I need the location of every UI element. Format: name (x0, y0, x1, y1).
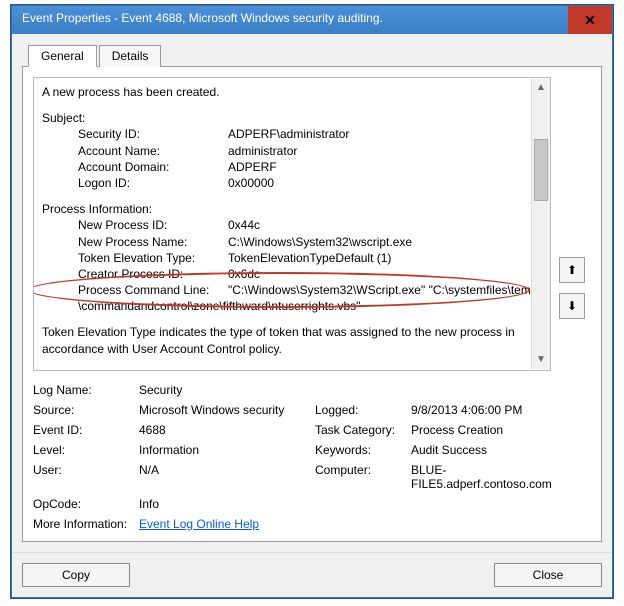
logged-value: 9/8/2013 4:06:00 PM (411, 403, 552, 417)
client-area: General Details A new process has been c… (12, 34, 612, 552)
task-category-label: Task Category: (315, 423, 405, 437)
new-process-id-value: 0x44c (228, 217, 542, 233)
tab-general[interactable]: General (28, 45, 97, 67)
account-domain-value: ADPERF (228, 159, 542, 175)
process-info-heading: Process Information: (42, 201, 542, 217)
source-value: Microsoft Windows security (139, 403, 309, 417)
token-elevation-value: TokenElevationTypeDefault (1) (228, 250, 542, 266)
desc-intro: A new process has been created. (42, 84, 542, 100)
account-name-value: administrator (228, 143, 542, 159)
security-id-label: Security ID: (78, 126, 228, 142)
more-info-label: More Information: (33, 517, 133, 531)
new-process-name-label: New Process Name: (78, 234, 228, 250)
event-metadata-grid: Log Name: Security Source: Microsoft Win… (33, 383, 551, 531)
token-elevation-label: Token Elevation Type: (78, 250, 228, 266)
window-title: Event Properties - Event 4688, Microsoft… (12, 6, 568, 34)
keywords-value: Audit Success (411, 443, 552, 457)
opcode-label: OpCode: (33, 497, 133, 511)
level-label: Level: (33, 443, 133, 457)
subject-security-id-row: Security ID: ADPERF\administrator (42, 126, 542, 142)
account-name-label: Account Name: (78, 143, 228, 159)
next-event-button[interactable]: ⬇ (559, 293, 585, 319)
tab-strip: General Details (28, 44, 602, 66)
footer-spacer (130, 563, 494, 587)
scroll-up-arrow-icon[interactable]: ▲ (532, 79, 550, 97)
user-value: N/A (139, 463, 309, 491)
logon-id-label: Logon ID: (78, 175, 228, 191)
scrollbar-thumb[interactable] (534, 139, 548, 201)
logon-id-value: 0x00000 (228, 175, 542, 191)
tab-panel-general: A new process has been created. Subject:… (22, 66, 602, 542)
up-arrow-icon: ⬆ (567, 263, 577, 277)
security-id-value: ADPERF\administrator (228, 126, 542, 142)
subject-logon-id-row: Logon ID: 0x00000 (42, 175, 542, 191)
down-arrow-icon: ⬇ (567, 299, 577, 313)
log-name-value: Security (139, 383, 182, 397)
description-wrap: A new process has been created. Subject:… (33, 77, 551, 371)
subject-heading: Subject: (42, 110, 542, 126)
event-log-online-help-link[interactable]: Event Log Online Help (139, 517, 259, 531)
subject-account-domain-row: Account Domain: ADPERF (42, 159, 542, 175)
creator-process-id-row: Creator Process ID: 0x6dc (42, 266, 542, 282)
titlebar: Event Properties - Event 4688, Microsoft… (12, 6, 612, 34)
description-scrollbar[interactable]: ▲ ▼ (531, 79, 550, 369)
meta-log-name-row: Log Name: Security (33, 383, 552, 397)
opcode-value: Info (139, 497, 552, 511)
new-process-name-row: New Process Name: C:\Windows\System32\ws… (42, 234, 542, 250)
dialog-footer: Copy Close (12, 552, 612, 597)
process-command-line-row: Process Command Line:"C:\Windows\System3… (42, 282, 542, 314)
tab-details[interactable]: Details (99, 45, 162, 67)
subject-account-name-row: Account Name: administrator (42, 143, 542, 159)
account-domain-label: Account Domain: (78, 159, 228, 175)
close-icon: ✕ (584, 12, 596, 29)
process-command-line-label: Process Command Line: (78, 282, 228, 298)
event-nav-arrows: ⬆ ⬇ (559, 257, 585, 319)
close-button[interactable]: Close (494, 563, 602, 587)
event-id-label: Event ID: (33, 423, 133, 437)
creator-process-id-value: 0x6dc (228, 266, 542, 282)
new-process-id-row: New Process ID: 0x44c (42, 217, 542, 233)
token-elevation-row: Token Elevation Type: TokenElevationType… (42, 250, 542, 266)
log-name-label: Log Name: (33, 383, 133, 397)
new-process-id-label: New Process ID: (78, 217, 228, 233)
source-label: Source: (33, 403, 133, 417)
event-id-value: 4688 (139, 423, 309, 437)
user-label: User: (33, 463, 133, 491)
computer-label: Computer: (315, 463, 405, 491)
task-category-value: Process Creation (411, 423, 552, 437)
computer-value: BLUE-FILE5.adperf.contoso.com (411, 463, 552, 491)
scroll-down-arrow-icon[interactable]: ▼ (532, 351, 550, 369)
meta-more-info-row: More Information: Event Log Online Help (33, 517, 552, 531)
keywords-label: Keywords: (315, 443, 405, 457)
event-properties-window: Event Properties - Event 4688, Microsoft… (11, 5, 613, 598)
desc-footnote: Token Elevation Type indicates the type … (42, 324, 542, 356)
new-process-name-value: C:\Windows\System32\wscript.exe (228, 234, 542, 250)
copy-button[interactable]: Copy (22, 563, 130, 587)
window-close-button[interactable]: ✕ (568, 6, 612, 34)
logged-label: Logged: (315, 403, 405, 417)
previous-event-button[interactable]: ⬆ (559, 257, 585, 283)
level-value: Information (139, 443, 309, 457)
event-description-box: A new process has been created. Subject:… (33, 77, 551, 371)
creator-process-id-label: Creator Process ID: (78, 266, 228, 282)
